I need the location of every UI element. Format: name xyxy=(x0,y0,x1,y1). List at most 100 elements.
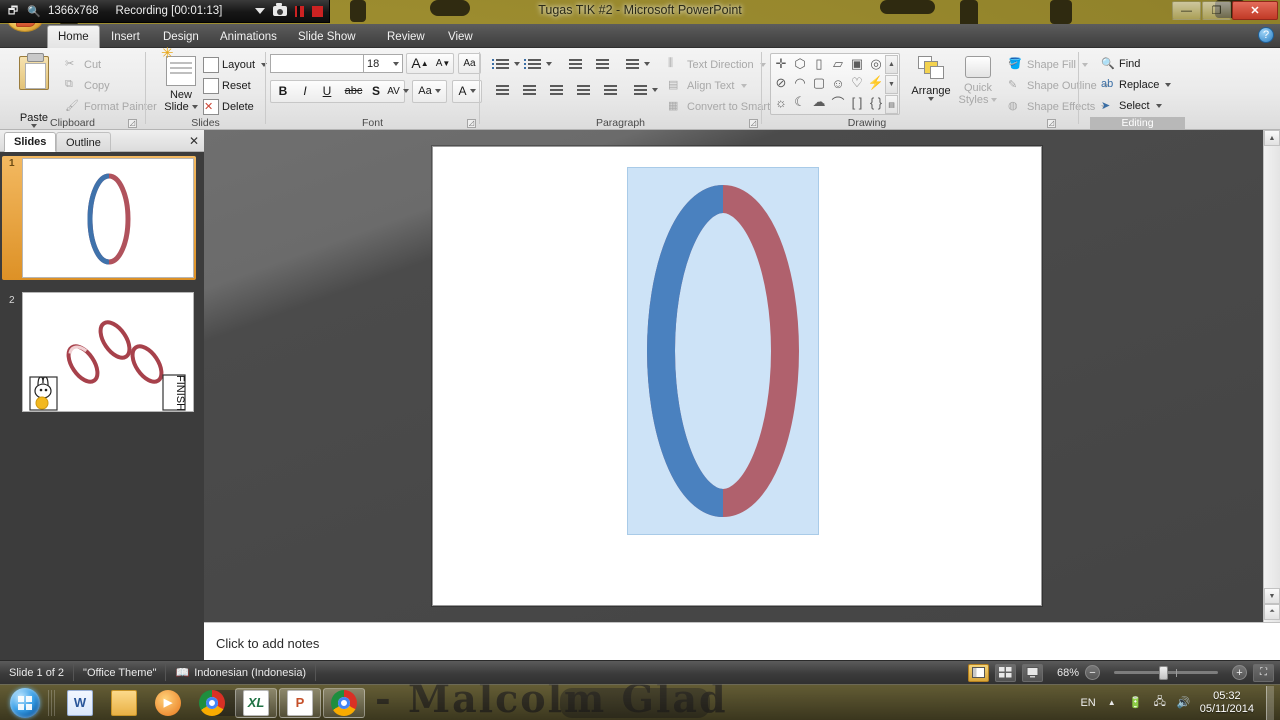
align-text-dropdown-icon[interactable] xyxy=(740,84,747,88)
arrange-dropdown-icon[interactable] xyxy=(928,97,934,101)
delete-button[interactable]: ✕ Delete xyxy=(200,97,257,117)
screen-recorder-toolbar[interactable]: 🗗 🔍 1366x768 Recording [00:01:13] xyxy=(0,0,330,23)
text-direction-button[interactable]: ⫼ Text Direction xyxy=(665,55,769,75)
increase-indent-button[interactable] xyxy=(590,55,610,73)
shrink-font-button[interactable]: A ▼ xyxy=(432,53,454,73)
taskbar-item-media-player[interactable]: ▶ xyxy=(147,688,189,718)
shapes-scroll-down-icon[interactable]: ▼ xyxy=(885,75,898,94)
taskbar-item-powerpoint[interactable]: P xyxy=(279,687,321,718)
zoom-slider-handle[interactable] xyxy=(1159,665,1168,680)
font-color-button[interactable]: A xyxy=(453,81,481,101)
font-size-input[interactable]: 18 xyxy=(363,54,403,73)
language-status[interactable]: 📖 Indonesian (Indonesia) xyxy=(166,664,317,681)
dropdown-arrow-icon[interactable] xyxy=(255,8,265,14)
start-button[interactable] xyxy=(4,687,46,719)
tab-outline[interactable]: Outline xyxy=(56,132,111,152)
restore-button[interactable]: ❐ xyxy=(1202,1,1231,20)
justify-button[interactable] xyxy=(571,81,591,99)
window-icon[interactable]: 🗗 xyxy=(6,4,20,18)
numbering-dropdown-icon[interactable] xyxy=(546,62,552,66)
show-hidden-icons-icon[interactable]: ▲ xyxy=(1104,695,1120,711)
previous-slide-icon[interactable]: ⏶ xyxy=(1264,604,1280,620)
slide-counter[interactable]: Slide 1 of 2 xyxy=(0,664,75,681)
tab-insert[interactable]: Insert xyxy=(101,25,150,48)
tab-view[interactable]: View xyxy=(438,25,483,48)
paragraph-dialog-launcher[interactable]: ◿ xyxy=(749,119,758,128)
italic-button[interactable]: I xyxy=(294,81,316,101)
notes-pane[interactable]: Click to add notes xyxy=(204,622,1280,660)
line-spacing-dropdown-icon[interactable] xyxy=(644,62,650,66)
shape-heart-icon[interactable]: ♡ xyxy=(848,74,866,92)
battery-icon[interactable]: 🔋 xyxy=(1128,695,1144,711)
network-icon[interactable]: 🖧 xyxy=(1152,695,1168,711)
scroll-down-icon[interactable]: ▼ xyxy=(1264,588,1280,604)
shape-cloud-icon[interactable]: ☁ xyxy=(810,93,828,111)
input-language-indicator[interactable]: EN xyxy=(1080,697,1095,709)
layout-button[interactable]: Layout xyxy=(200,55,270,75)
stop-icon[interactable] xyxy=(312,5,323,17)
shape-brace-icon[interactable]: { } xyxy=(867,93,885,111)
line-spacing-button[interactable] xyxy=(620,55,640,73)
shape-plus-icon[interactable]: ✛ xyxy=(772,55,790,73)
reading-view-button[interactable] xyxy=(1022,663,1043,682)
taskbar-item-chrome-window[interactable] xyxy=(323,687,365,718)
shape-cube-icon[interactable]: ▱ xyxy=(829,55,847,73)
clipboard-dialog-launcher[interactable]: ◿ xyxy=(128,119,137,128)
zoom-slider[interactable] xyxy=(1106,665,1226,681)
shape-sun-icon[interactable]: ☼ xyxy=(772,93,790,111)
shape-cylinder-icon[interactable]: ▯ xyxy=(810,55,828,73)
change-case-button[interactable]: Aa xyxy=(413,81,446,101)
bullets-dropdown-icon[interactable] xyxy=(514,62,520,66)
show-desktop-button[interactable] xyxy=(1266,685,1274,720)
tab-slides[interactable]: Slides xyxy=(4,132,57,152)
tab-home[interactable]: Home xyxy=(47,25,100,48)
shapes-scroll-up-icon[interactable]: ▲ xyxy=(885,55,898,74)
drawing-dialog-launcher[interactable]: ◿ xyxy=(1047,119,1056,128)
minimize-button[interactable]: — xyxy=(1172,1,1201,20)
zoom-level-label[interactable]: 68% xyxy=(1049,667,1079,679)
taskbar-item-excel[interactable]: XL xyxy=(235,687,277,718)
slide-sorter-button[interactable] xyxy=(995,663,1016,682)
shape-arc-icon[interactable]: ◠ xyxy=(791,74,809,92)
tab-animations[interactable]: Animations xyxy=(210,25,287,48)
new-slide-dropdown-icon[interactable] xyxy=(191,105,198,109)
close-button[interactable]: ✕ xyxy=(1232,1,1278,20)
font-size-dropdown-icon[interactable] xyxy=(393,61,399,66)
distributed-button[interactable] xyxy=(598,81,618,99)
shape-moon-icon[interactable]: ☾ xyxy=(791,93,809,111)
quick-styles-dropdown-icon[interactable] xyxy=(991,98,998,102)
shapes-more-icon[interactable]: ▤ xyxy=(885,95,898,114)
shape-frame-icon[interactable]: ▣ xyxy=(848,55,866,73)
strikethrough-button[interactable]: abc xyxy=(341,81,366,101)
quick-styles-button[interactable]: Quick Styles xyxy=(954,56,1002,106)
volume-icon[interactable]: 🔊 xyxy=(1176,695,1192,711)
zoom-out-button[interactable]: − xyxy=(1085,665,1100,680)
thumbnail-slide-2[interactable]: FINISH xyxy=(22,292,194,412)
magnifier-icon[interactable]: 🔍 xyxy=(27,4,41,18)
shape-lightning-icon[interactable]: ⚡ xyxy=(867,74,885,92)
vertical-scrollbar[interactable]: ▲ ▼ ⏶ xyxy=(1263,130,1280,622)
tab-slide-show[interactable]: Slide Show xyxy=(288,25,366,48)
columns-dropdown-icon[interactable] xyxy=(652,88,658,92)
select-button[interactable]: ➤ Select xyxy=(1098,97,1165,115)
cut-button[interactable]: ✂ Cut xyxy=(62,55,104,75)
underline-button[interactable]: U xyxy=(316,81,338,101)
shape-square-icon[interactable]: ▢ xyxy=(810,74,828,92)
align-left-button[interactable] xyxy=(490,81,510,99)
align-text-button[interactable]: ▤ Align Text xyxy=(665,76,750,96)
thumbnail-slide-1[interactable] xyxy=(22,158,194,278)
shape-noentry-icon[interactable]: ⊘ xyxy=(772,74,790,92)
bold-button[interactable]: B xyxy=(272,81,294,101)
theme-name[interactable]: "Office Theme" xyxy=(74,664,167,681)
copy-button[interactable]: ⧉ Copy xyxy=(62,76,113,96)
columns-button[interactable] xyxy=(628,81,648,99)
decrease-indent-button[interactable] xyxy=(563,55,583,73)
shape-bracket-icon[interactable]: [ ] xyxy=(848,93,866,111)
shape-smiley-icon[interactable]: ☺ xyxy=(829,74,847,92)
tab-review[interactable]: Review xyxy=(377,25,435,48)
select-dropdown-icon[interactable] xyxy=(1155,104,1162,108)
fit-slide-button[interactable]: ⛶ xyxy=(1253,663,1274,682)
shape-curve-icon[interactable]: ⌒ xyxy=(829,93,847,111)
taskbar-item-word[interactable]: W xyxy=(59,688,101,718)
close-pane-icon[interactable]: ✕ xyxy=(189,134,199,148)
